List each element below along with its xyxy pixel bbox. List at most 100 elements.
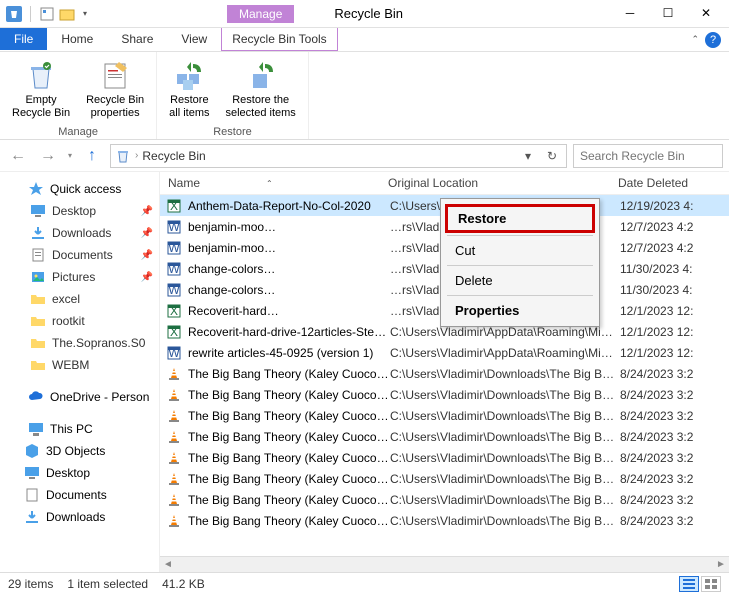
- file-row[interactable]: The Big Bang Theory (Kaley Cuoco)…C:\Use…: [160, 363, 729, 384]
- doc-file-icon: W: [166, 219, 182, 235]
- restore-selected-button[interactable]: Restore theselected items: [222, 56, 300, 124]
- selected-size: 41.2 KB: [162, 577, 205, 591]
- sidebar-documents2-label: Documents: [46, 488, 107, 502]
- sidebar-pictures[interactable]: Pictures📌: [0, 266, 159, 288]
- share-tab[interactable]: Share: [107, 28, 167, 50]
- sidebar-sopranos[interactable]: The.Sopranos.S0: [0, 332, 159, 354]
- context-menu: Restore Cut Delete Properties: [440, 198, 600, 327]
- ribbon-collapse-icon[interactable]: ⌃: [691, 34, 699, 45]
- address-bar[interactable]: › Recycle Bin ▾ ↻: [110, 144, 567, 168]
- properties-icon: [99, 60, 131, 92]
- search-box[interactable]: [573, 144, 723, 168]
- sidebar-onedrive[interactable]: OneDrive - Person: [0, 386, 159, 408]
- maximize-button[interactable]: ☐: [653, 4, 683, 24]
- details-view-icon: [683, 579, 695, 589]
- file-name: The Big Bang Theory (Kaley Cuoco)…: [188, 472, 390, 486]
- sidebar-desktop2[interactable]: Desktop: [0, 462, 159, 484]
- help-icon[interactable]: ?: [705, 32, 721, 48]
- restore-all-button[interactable]: Restoreall items: [165, 56, 213, 124]
- file-name: The Big Bang Theory (Kaley Cuoco)…: [188, 451, 390, 465]
- file-row[interactable]: Wrewrite articles-45-0925 (version 1)C:\…: [160, 342, 729, 363]
- ctx-restore[interactable]: Restore: [445, 204, 595, 233]
- sidebar-rootkit[interactable]: rootkit: [0, 310, 159, 332]
- ctx-cut[interactable]: Cut: [441, 238, 599, 263]
- file-date: 8/24/2023 3:2: [620, 388, 729, 402]
- new-folder-qat-icon[interactable]: [59, 6, 75, 22]
- properties-label: Recycle Binproperties: [86, 94, 144, 120]
- scroll-left-icon[interactable]: ◄: [160, 559, 176, 570]
- forward-button[interactable]: →: [36, 144, 60, 168]
- qat-dropdown-icon[interactable]: ▾: [79, 9, 91, 18]
- file-name: The Big Bang Theory (Kaley Cuoco)…: [188, 388, 390, 402]
- file-tab[interactable]: File: [0, 28, 47, 50]
- sidebar-3dobjects[interactable]: 3D Objects: [0, 440, 159, 462]
- refresh-icon[interactable]: ↻: [542, 149, 562, 163]
- star-icon: [28, 181, 44, 197]
- file-row[interactable]: The Big Bang Theory (Kaley Cuoco)…C:\Use…: [160, 405, 729, 426]
- file-date: 8/24/2023 3:2: [620, 409, 729, 423]
- recycle-bin-tools-tab[interactable]: Recycle Bin Tools: [221, 28, 338, 51]
- file-row[interactable]: The Big Bang Theory (Kaley Cuoco)…C:\Use…: [160, 447, 729, 468]
- file-date: 8/24/2023 3:2: [620, 514, 729, 528]
- ctx-properties[interactable]: Properties: [441, 298, 599, 323]
- sidebar-webm[interactable]: WEBM: [0, 354, 159, 376]
- horizontal-scrollbar[interactable]: ◄ ►: [160, 556, 729, 572]
- properties-qat-icon[interactable]: [39, 6, 55, 22]
- back-button[interactable]: ←: [6, 144, 30, 168]
- minimize-button[interactable]: ─: [615, 4, 645, 24]
- file-location: C:\Users\Vladimir\Downloads\The Big Ba…: [390, 472, 620, 486]
- chevron-right-icon[interactable]: ›: [135, 150, 138, 161]
- details-view-button[interactable]: [679, 576, 699, 592]
- file-date: 12/7/2023 4:2: [620, 241, 729, 255]
- home-tab[interactable]: Home: [47, 28, 107, 50]
- column-name-label: Name: [168, 176, 200, 190]
- restore-all-label: Restoreall items: [169, 94, 209, 120]
- sidebar-excel[interactable]: excel: [0, 288, 159, 310]
- file-list-body: XAnthem-Data-Report-No-Col-2020C:\Users\…: [160, 195, 729, 556]
- search-input[interactable]: [580, 149, 716, 163]
- xls-file-icon: X: [166, 303, 182, 319]
- view-tab[interactable]: View: [167, 28, 221, 50]
- column-location[interactable]: Original Location: [388, 176, 618, 190]
- sidebar-downloads[interactable]: Downloads 📌: [0, 222, 159, 244]
- file-date: 8/24/2023 3:2: [620, 367, 729, 381]
- file-row[interactable]: The Big Bang Theory (Kaley Cuoco)…C:\Use…: [160, 510, 729, 531]
- file-name: The Big Bang Theory (Kaley Cuoco)…: [188, 430, 390, 444]
- sidebar-downloads-label: Downloads: [52, 226, 111, 240]
- vlc-file-icon: [166, 366, 182, 382]
- close-button[interactable]: ✕: [691, 4, 721, 24]
- pin-icon: 📌: [141, 272, 153, 283]
- file-location: C:\Users\Vladimir\Downloads\The Big Ba…: [390, 493, 620, 507]
- sidebar-desktop[interactable]: Desktop📌: [0, 200, 159, 222]
- item-count: 29 items: [8, 577, 53, 591]
- vlc-file-icon: [166, 492, 182, 508]
- file-row[interactable]: The Big Bang Theory (Kaley Cuoco)…C:\Use…: [160, 489, 729, 510]
- quick-access-item[interactable]: Quick access: [0, 178, 159, 200]
- sidebar-downloads2[interactable]: Downloads: [0, 506, 159, 528]
- sidebar-3dobjects-label: 3D Objects: [46, 444, 105, 458]
- file-date: 11/30/2023 4:: [620, 283, 729, 297]
- file-row[interactable]: The Big Bang Theory (Kaley Cuoco)…C:\Use…: [160, 468, 729, 489]
- icons-view-button[interactable]: [701, 576, 721, 592]
- address-dropdown-icon[interactable]: ▾: [518, 149, 538, 163]
- up-button[interactable]: ↑: [80, 144, 104, 168]
- empty-recycle-bin-button[interactable]: EmptyRecycle Bin: [8, 56, 74, 124]
- column-date[interactable]: Date Deleted: [618, 176, 729, 190]
- sidebar-documents[interactable]: Documents📌: [0, 244, 159, 266]
- file-row[interactable]: The Big Bang Theory (Kaley Cuoco)…C:\Use…: [160, 384, 729, 405]
- file-date: 12/1/2023 12:: [620, 304, 729, 318]
- ctx-separator: [447, 295, 593, 296]
- file-row[interactable]: The Big Bang Theory (Kaley Cuoco)…C:\Use…: [160, 426, 729, 447]
- pin-icon: 📌: [141, 228, 153, 239]
- navigation-pane[interactable]: Quick access Desktop📌 Downloads📌 Documen…: [0, 172, 160, 572]
- recycle-bin-properties-button[interactable]: Recycle Binproperties: [82, 56, 148, 124]
- pictures-icon: [30, 269, 46, 285]
- file-date: 11/30/2023 4:: [620, 262, 729, 276]
- history-dropdown-icon[interactable]: ▾: [66, 151, 74, 160]
- sidebar-thispc[interactable]: This PC: [0, 418, 159, 440]
- sidebar-documents2[interactable]: Documents: [0, 484, 159, 506]
- ctx-delete[interactable]: Delete: [441, 268, 599, 293]
- column-name[interactable]: Name ⌃: [160, 176, 388, 190]
- manage-tab[interactable]: Manage: [227, 5, 294, 23]
- scroll-right-icon[interactable]: ►: [713, 559, 729, 570]
